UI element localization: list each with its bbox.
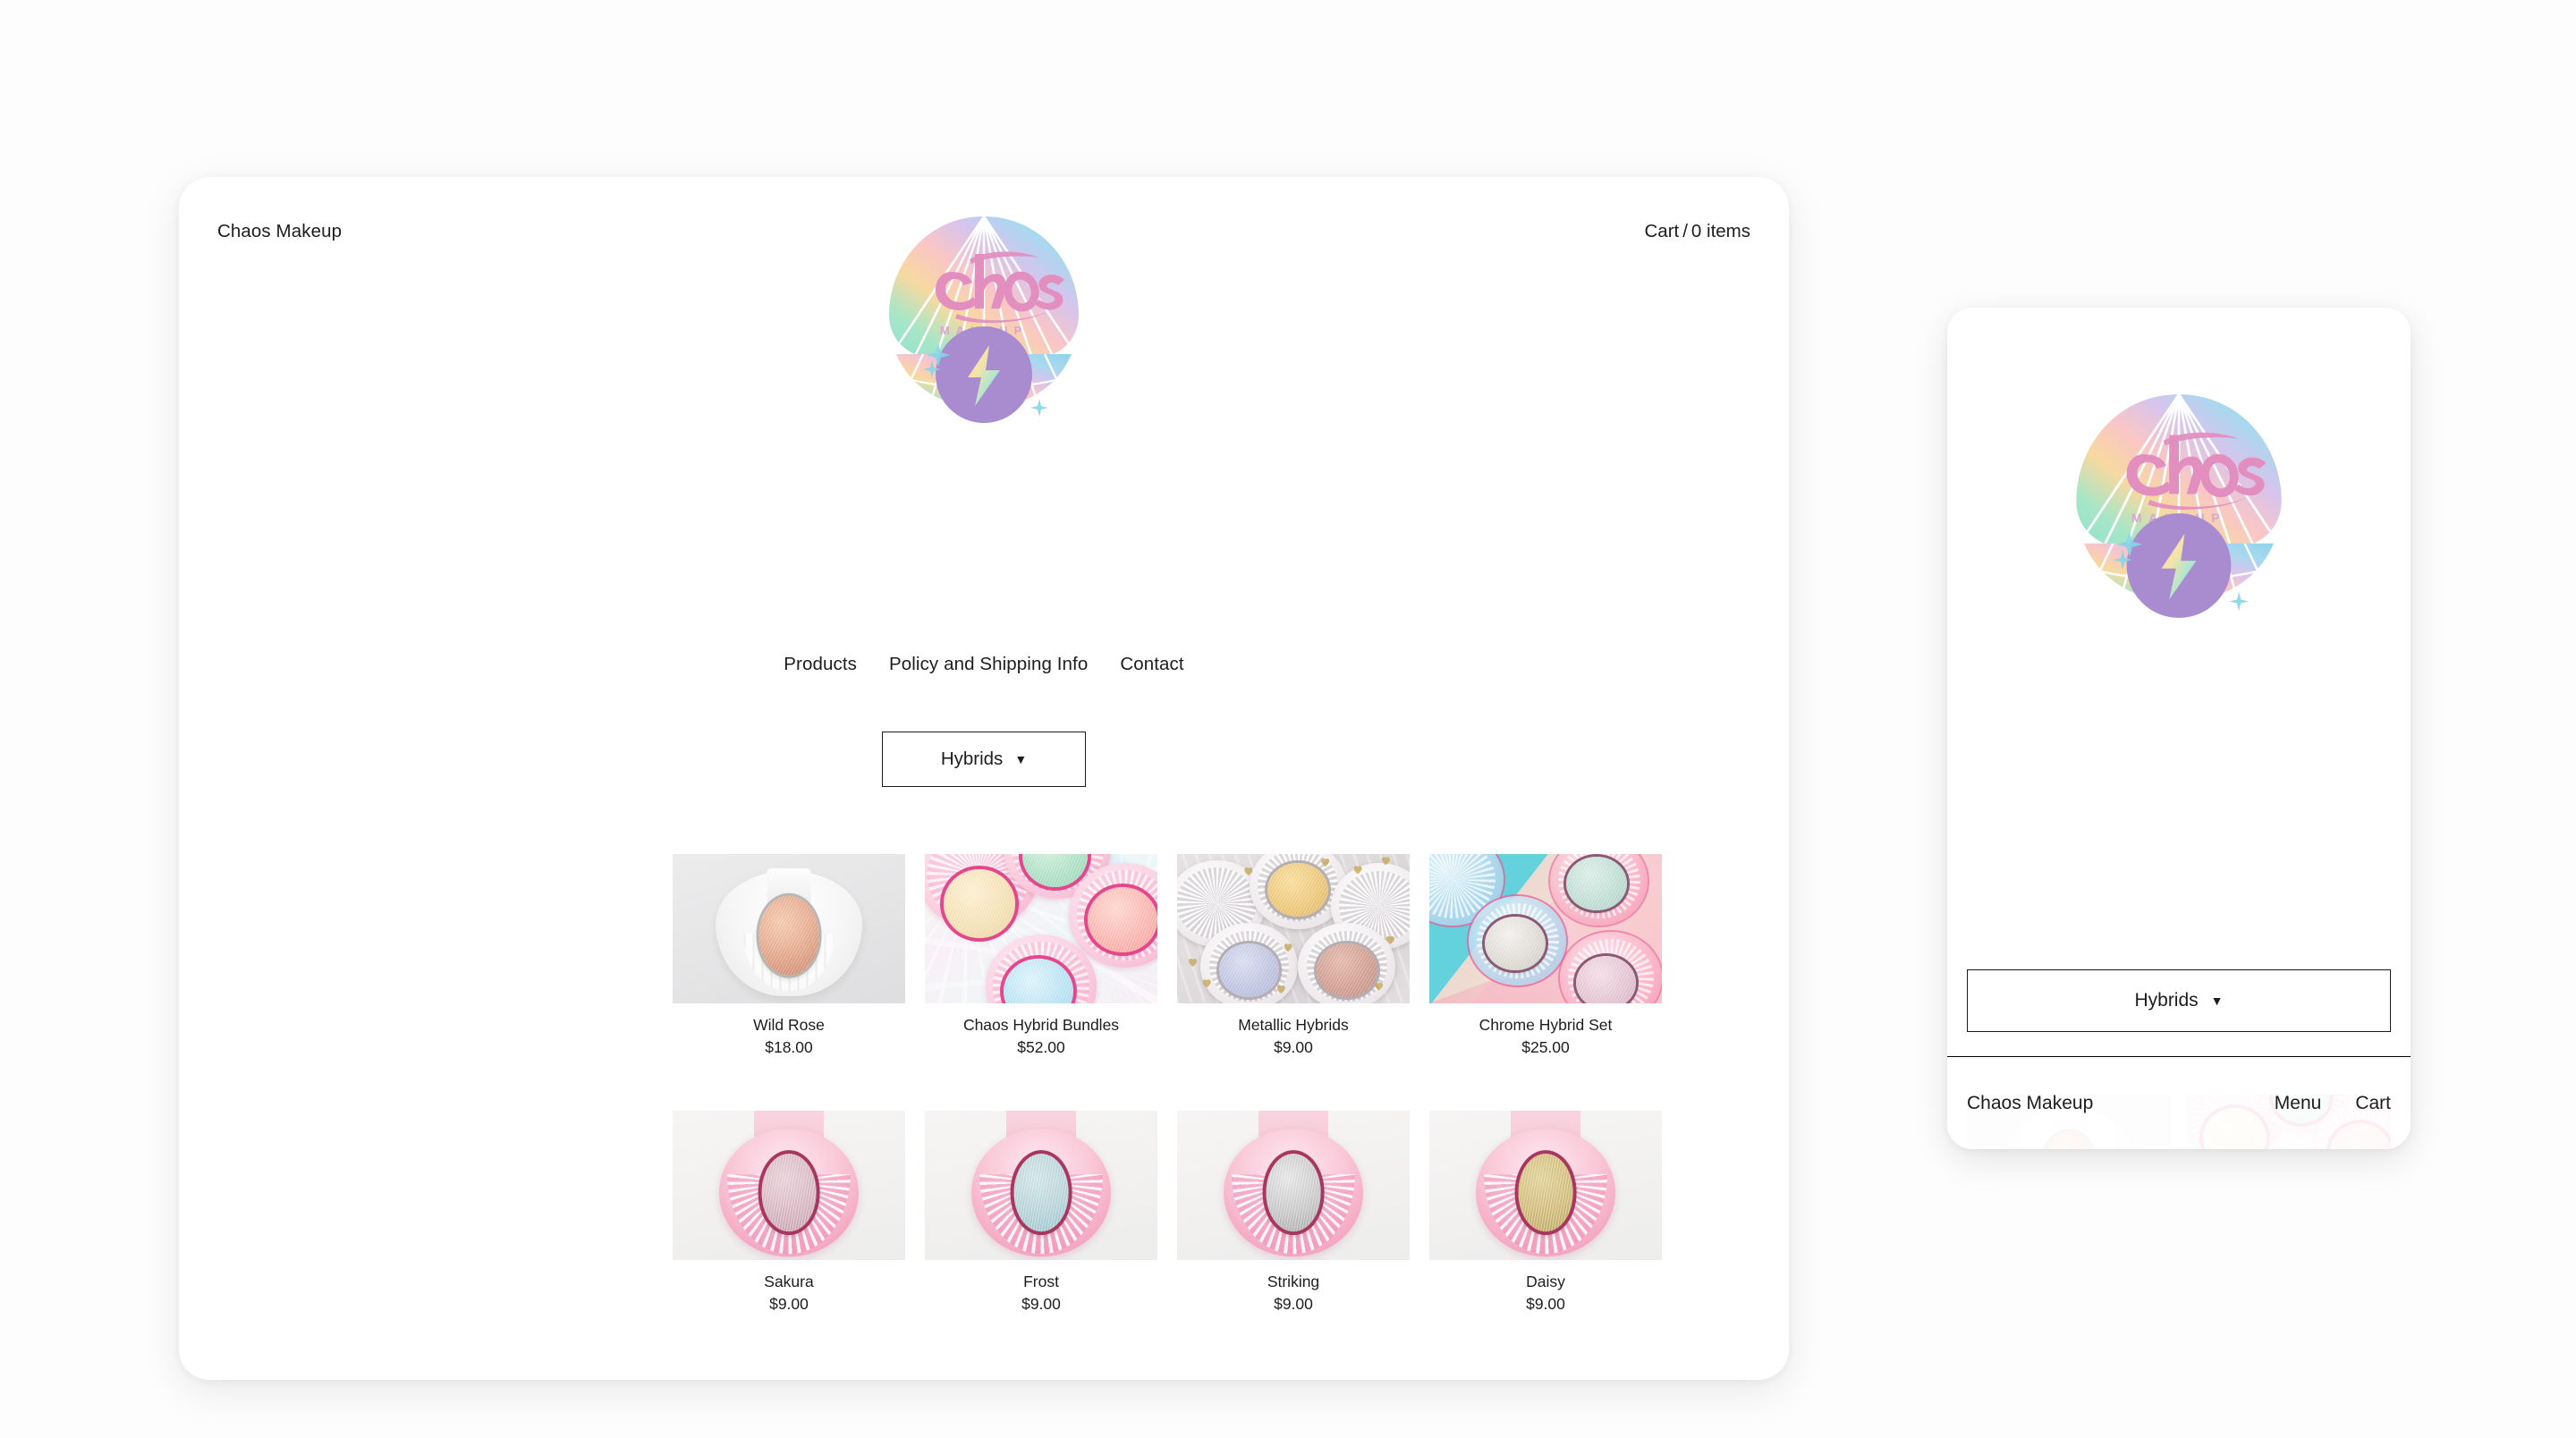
cart-item-count: 0 items — [1690, 221, 1750, 241]
category-dropdown[interactable]: Hybrids ▼ — [882, 732, 1086, 787]
product-image-chrome-hybrid-set[interactable] — [1429, 854, 1662, 1003]
site-brand-name[interactable]: Chaos Makeup — [217, 221, 342, 242]
mobile-menu-button[interactable]: Menu — [2275, 1093, 2322, 1114]
main-navigation: Products Policy and Shipping Info Contac… — [179, 654, 1789, 675]
product-card[interactable]: Metallic Hybrids $9.00 — [1177, 854, 1410, 1060]
product-image-frost[interactable] — [925, 1110, 1157, 1260]
cart-label: Cart — [1644, 221, 1680, 241]
site-logo[interactable]: MAKEUP — [864, 184, 1104, 424]
product-image-wild-rose[interactable] — [673, 854, 905, 1003]
nav-item-products[interactable]: Products — [784, 654, 857, 675]
logo-pearl-circle — [2126, 513, 2232, 618]
cart-link[interactable]: Cart/0 items — [1644, 221, 1750, 242]
mobile-cart-button[interactable]: Cart — [2355, 1093, 2391, 1114]
product-card[interactable]: Chrome Hybrid Set $25.00 — [1429, 854, 1662, 1060]
logo-pearl-circle — [936, 326, 1032, 423]
product-card[interactable]: Sakura $9.00 — [673, 1110, 905, 1316]
product-image-chaos-hybrid-bundles[interactable] — [925, 854, 1157, 1003]
product-name: Sakura — [764, 1272, 814, 1290]
product-price: $9.00 — [769, 1295, 809, 1314]
mobile-category-dropdown-value: Hybrids — [2134, 990, 2199, 1011]
product-name: Daisy — [1526, 1272, 1565, 1290]
product-name: Chaos Hybrid Bundles — [962, 1016, 1120, 1034]
chevron-down-icon: ▼ — [1014, 752, 1028, 766]
mobile-site-logo[interactable]: MAKEUP — [2049, 360, 2309, 619]
product-price: $9.00 — [1021, 1295, 1061, 1314]
product-price: $9.00 — [1274, 1295, 1313, 1314]
product-name: Frost — [1023, 1272, 1059, 1290]
product-name: Chrome Hybrid Set — [1479, 1016, 1613, 1034]
nav-item-policy[interactable]: Policy and Shipping Info — [889, 654, 1088, 675]
product-card[interactable]: Chaos Hybrid Bundles $52.00 — [925, 854, 1157, 1060]
category-dropdown-value: Hybrids — [940, 749, 1004, 769]
product-name: Striking — [1267, 1272, 1320, 1290]
mobile-preview-card: MAKEUP Hybrids ▼ — [1947, 308, 2411, 1149]
screenshot-stage: Chaos Makeup Cart/0 items Products Polic… — [0, 0, 2576, 1438]
desktop-preview-card: Chaos Makeup Cart/0 items Products Polic… — [179, 177, 1789, 1380]
product-price: $18.00 — [765, 1038, 813, 1057]
cart-separator: / — [1682, 221, 1688, 241]
mobile-category-dropdown[interactable]: Hybrids ▼ — [1967, 969, 2391, 1032]
product-price: $25.00 — [1521, 1038, 1570, 1057]
product-card[interactable]: Daisy $9.00 — [1429, 1110, 1662, 1316]
product-price: $9.00 — [1526, 1295, 1565, 1314]
product-image-daisy[interactable] — [1429, 1110, 1662, 1260]
product-card[interactable]: Frost $9.00 — [925, 1110, 1157, 1316]
product-card[interactable]: Striking $9.00 — [1177, 1110, 1410, 1316]
mobile-bottom-bar: Chaos Makeup Menu Cart — [1947, 1056, 2411, 1149]
product-image-metallic-hybrids[interactable] — [1177, 854, 1410, 1003]
product-price: $9.00 — [1274, 1038, 1313, 1057]
product-image-sakura[interactable] — [673, 1110, 905, 1260]
product-price: $52.00 — [1017, 1038, 1065, 1057]
chevron-down-icon: ▼ — [2210, 994, 2224, 1008]
mobile-brand-name[interactable]: Chaos Makeup — [1967, 1093, 2093, 1114]
product-grid: Wild Rose $18.00 Chaos Hybrid Bundles $5… — [673, 854, 1665, 1316]
product-image-striking[interactable] — [1177, 1110, 1410, 1260]
product-card[interactable]: Wild Rose $18.00 — [673, 854, 905, 1060]
nav-item-contact[interactable]: Contact — [1120, 654, 1183, 675]
product-name: Metallic Hybrids — [1238, 1016, 1349, 1034]
product-name: Wild Rose — [753, 1016, 825, 1034]
